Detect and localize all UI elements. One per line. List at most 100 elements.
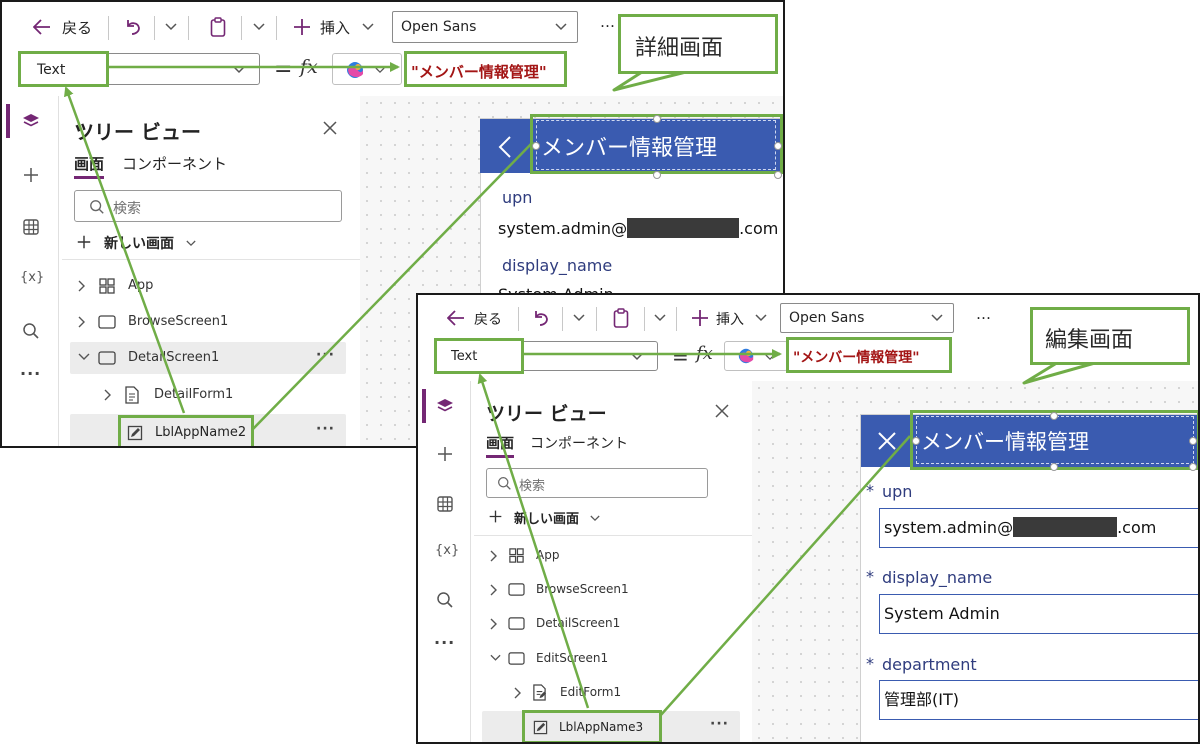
chevron-right-icon [78,316,85,328]
tab-screens[interactable]: 画面 [486,433,514,453]
new-screen-label: 新しい画面 [514,512,580,527]
search-icon [498,477,511,490]
resize-handle[interactable] [912,437,920,445]
field-input-display-name[interactable]: System Admin [879,594,1198,634]
back-chevron-icon [498,136,511,158]
chevron-down-icon [490,654,501,661]
chevron-down-icon[interactable] [752,307,770,329]
clipboard-icon[interactable] [207,15,229,39]
chevron-down-icon[interactable] [570,307,588,329]
tree-view-title: ツリー ビュー [74,120,201,144]
font-family-select[interactable]: Open Sans [392,11,578,43]
chevron-down-icon[interactable] [250,16,268,38]
variables-icon[interactable]: {x} [435,543,459,558]
field-label-display-name: display_name [502,256,613,275]
app-icon [509,548,524,563]
tab-active-underline [74,176,104,179]
toolbar-divider [676,307,677,331]
header-title-selection[interactable]: メンバー情報管理 [536,120,776,170]
app-icon [99,278,115,294]
fx-icon[interactable]: fx [300,56,318,78]
tab-components[interactable]: コンポーネント [122,153,227,174]
equals-sign: = [672,345,689,369]
close-icon[interactable] [712,401,732,421]
undo-icon[interactable] [530,307,552,329]
field-input-upn[interactable]: system.admin@ .com [879,508,1198,548]
tree-search-box[interactable]: 検索 [74,190,342,222]
rail-active-indicator [422,389,426,423]
tab-components[interactable]: コンポーネント [530,433,628,453]
search-icon[interactable] [20,320,42,342]
required-mark: * [866,567,874,586]
tree-search-box[interactable]: 検索 [486,468,708,498]
resize-handle[interactable] [774,142,782,150]
copilot-button[interactable] [724,341,788,371]
tree-view-title: ツリー ビュー [486,403,607,425]
resize-handle[interactable] [1050,412,1058,420]
back-button[interactable]: 戻る [474,309,502,329]
insert-button[interactable]: 挿入 [320,17,350,38]
more-icon[interactable]: ··· [316,347,335,363]
tree-item-lblappname3[interactable]: LblAppName3 [522,710,662,742]
plus-icon[interactable] [434,443,456,465]
layers-icon[interactable] [434,395,456,417]
fx-icon[interactable]: fx [696,343,713,364]
more-icon[interactable]: ··· [710,716,729,732]
plus-icon[interactable] [690,308,710,328]
chevron-down-icon [375,67,385,74]
chevron-down-icon[interactable] [162,16,180,38]
back-arrow-icon[interactable] [446,307,466,329]
more-icon[interactable]: ··· [434,633,455,652]
resize-handle[interactable] [1189,463,1197,471]
header-title-selection[interactable]: メンバー情報管理 [916,416,1194,464]
callout-box: 詳細画面 [618,14,778,74]
resize-handle[interactable] [653,171,661,179]
back-button[interactable]: 戻る [62,17,92,38]
tree-search-placeholder: 検索 [113,201,141,217]
undo-icon[interactable] [122,16,144,38]
tree-item-label: App [128,278,154,293]
insert-button[interactable]: 挿入 [716,309,744,329]
more-options-icon[interactable]: … [600,13,615,31]
tree-item-label: EditScreen1 [536,651,609,665]
toolbar-divider [241,16,242,40]
search-icon[interactable] [434,589,456,611]
rail-divider [470,381,471,742]
clipboard-icon[interactable] [610,306,632,330]
plus-icon[interactable] [20,164,42,186]
data-table-icon[interactable] [434,493,456,515]
field-label-upn: upn [502,188,533,207]
formula-input[interactable]: "メンバー情報管理" [793,347,920,367]
toolbar-divider [108,16,109,40]
resize-handle[interactable] [1050,463,1058,471]
more-icon[interactable]: ··· [20,364,41,383]
tree-item-lblappname2[interactable]: LblAppName2 [118,415,254,446]
copilot-icon [738,348,754,364]
copilot-button[interactable] [332,53,402,85]
chevron-down-icon[interactable] [359,16,377,38]
back-arrow-icon[interactable] [32,16,52,38]
toolbar-divider [154,16,155,40]
chevron-down-icon [931,314,943,322]
toolbar-divider [188,16,189,40]
more-options-icon[interactable]: … [976,305,991,323]
layers-icon[interactable] [20,110,42,132]
form-edit-icon [533,684,547,701]
close-icon [878,432,896,450]
callout-label: 詳細画面 [635,36,724,61]
resize-handle[interactable] [1189,437,1197,445]
resize-handle[interactable] [653,115,661,123]
tab-screens[interactable]: 画面 [74,153,104,174]
formula-input[interactable]: "メンバー情報管理" [411,61,547,82]
data-table-icon[interactable] [20,216,42,238]
chevron-down-icon[interactable] [651,307,669,329]
more-icon[interactable]: ··· [316,421,335,437]
resize-handle[interactable] [774,171,782,179]
plus-icon[interactable] [292,17,312,37]
resize-handle[interactable] [532,142,540,150]
close-icon[interactable] [320,118,340,138]
screen-icon [98,351,116,365]
font-family-select[interactable]: Open Sans [780,303,954,333]
variables-icon[interactable]: {x} [20,270,44,285]
field-input-department[interactable]: 管理部(IT) [879,680,1198,720]
